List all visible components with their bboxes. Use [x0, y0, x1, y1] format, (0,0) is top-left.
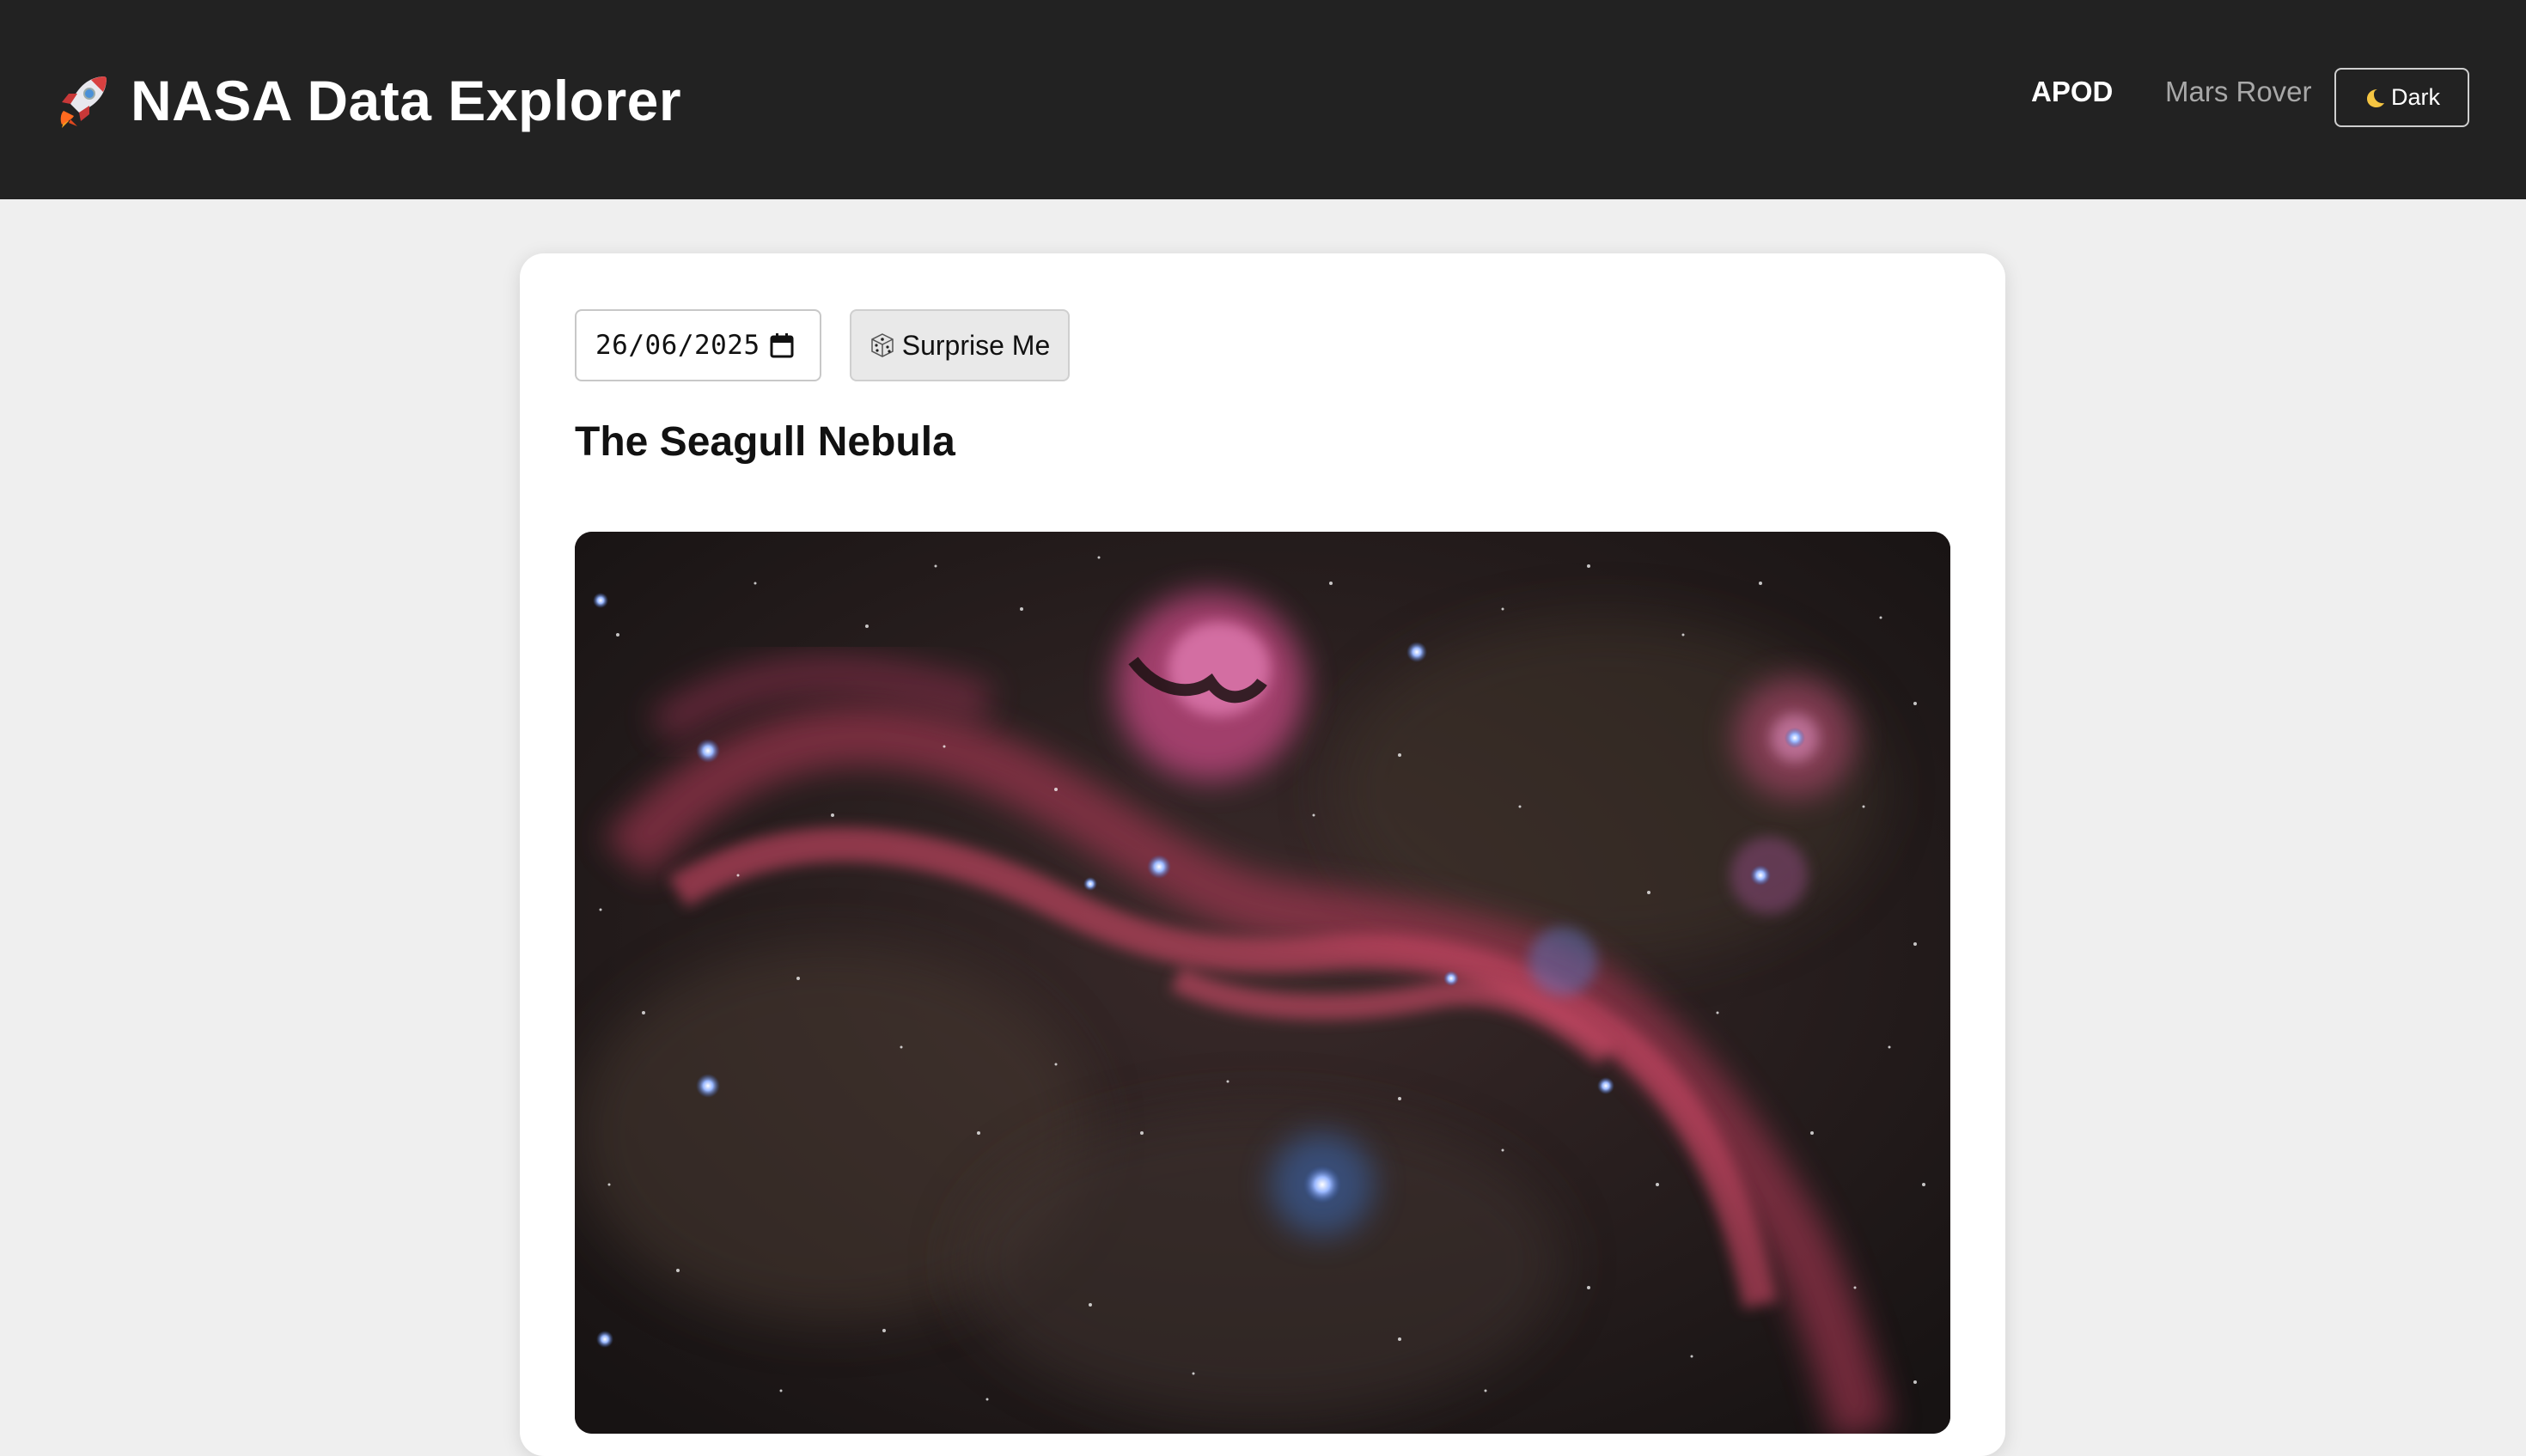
moon-icon [2364, 87, 2386, 109]
navbar: NASA Data Explorer APOD Mars Rover Dark [0, 0, 2526, 199]
rocket-icon [52, 70, 113, 131]
apod-card: 26/06/2025 Surprise Me The Seagull Nebul… [520, 253, 2005, 1456]
surprise-me-label: Surprise Me [901, 329, 1051, 361]
nav-link-apod[interactable]: APOD [2031, 76, 2113, 108]
date-picker-input[interactable]: 26/06/2025 [575, 309, 821, 381]
theme-toggle-label: Dark [2390, 84, 2440, 110]
dice-icon [869, 332, 895, 358]
app-title: NASA Data Explorer [131, 69, 682, 132]
date-value: 26/06/2025 [595, 330, 760, 361]
apod-title: The Seagull Nebula [575, 419, 955, 465]
brand[interactable]: NASA Data Explorer [52, 62, 681, 139]
nav-link-mars-rover[interactable]: Mars Rover [2165, 76, 2312, 108]
apod-image[interactable] [575, 532, 1950, 1434]
calendar-icon[interactable] [769, 332, 795, 359]
surprise-me-button[interactable]: Surprise Me [850, 309, 1070, 381]
theme-toggle-button[interactable]: Dark [2334, 68, 2469, 127]
